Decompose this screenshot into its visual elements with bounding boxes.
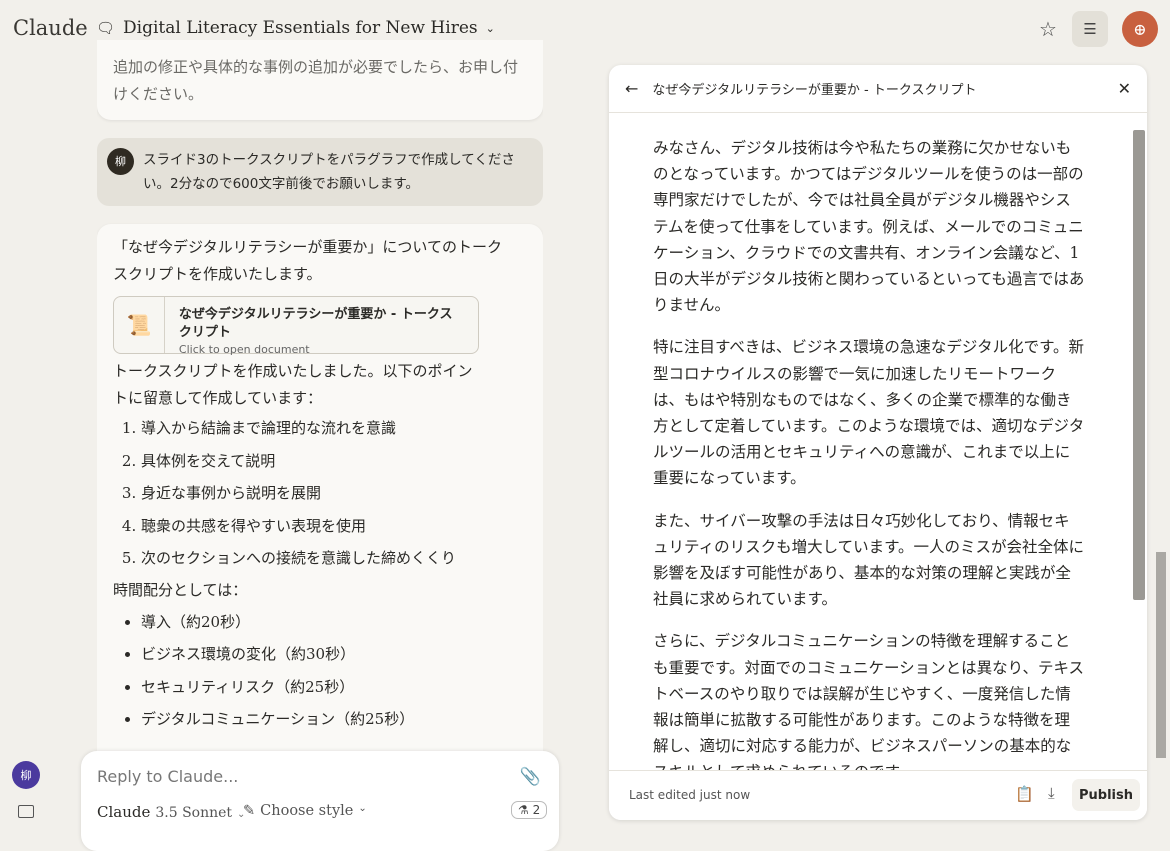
chat-thread[interactable]: 追加の修正や具体的な事例の追加が必要でしたら、お申し付けください。 柳 スライド… [97, 40, 543, 840]
close-icon[interactable]: ✕ [1118, 79, 1131, 98]
list-item: 具体例を交えて説明 [141, 445, 527, 478]
artifact-scrollbar[interactable] [1133, 130, 1145, 600]
conversation-title: Digital Literacy Essentials for New Hire… [123, 18, 478, 38]
user-avatar: 柳 [107, 148, 134, 175]
model-selector[interactable]: Claude 3.5 Sonnet ⌄ [97, 803, 245, 821]
document-card[interactable]: 📜 なぜ今デジタルリテラシーが重要か - トークスクリプト Click to o… [113, 296, 479, 356]
style-selector[interactable]: ✎ Choose style ⌄ [243, 803, 367, 819]
artifact-document[interactable]: みなさん、デジタル技術は今や私たちの業務に欠かせないものとなっています。かつては… [653, 135, 1085, 771]
message-text: 「なぜ今デジタルリテラシーが重要か」についてのトークスクリプトを作成いたします。 [113, 238, 502, 283]
artifact-title: なぜ今デジタルリテラシーが重要か - トークスクリプト [652, 83, 977, 98]
list-item: セキュリティリスク（約25秒） [141, 671, 527, 704]
model-name: Claude [97, 803, 151, 821]
paragraph: さらに、デジタルコミュニケーションの特徴を理解することも重要です。対面でのコミュ… [653, 632, 1085, 771]
copy-clipboard-icon[interactable]: 📋 [1015, 785, 1034, 803]
page-scrollbar[interactable] [1156, 552, 1166, 758]
publish-button[interactable]: Publish [1072, 779, 1140, 811]
paragraph: みなさん、デジタル技術は今や私たちの業務に欠かせないものとなっています。かつては… [653, 139, 1085, 315]
assistant-message: 「なぜ今デジタルリテラシーが重要か」についてのトークスクリプトを作成いたします。… [97, 224, 543, 824]
list-item: 聴衆の共感を得やすい表現を使用 [141, 510, 527, 543]
last-edited-status: Last edited just now [629, 788, 751, 802]
new-chat-button[interactable]: ⊕ [1122, 11, 1158, 47]
chevron-down-icon: ⌄ [358, 803, 367, 814]
message-text: 追加の修正や具体的な事例の追加が必要でしたら、お申し付けください。 [113, 58, 519, 103]
list-item: 次のセクションへの接続を意識した締めくくり [141, 542, 527, 575]
list-item: 導入から結論まで論理的な流れを意識 [141, 412, 527, 445]
time-heading: 時間配分としては： [113, 580, 248, 599]
claude-logo[interactable]: Claude [13, 16, 88, 40]
assistant-message-previous: 追加の修正や具体的な事例の追加が必要でしたら、お申し付けください。 [97, 40, 543, 120]
style-label: Choose style [260, 803, 354, 819]
composer: Reply to Claude... 📎 Claude 3.5 Sonnet ⌄… [81, 751, 559, 851]
conversation-title-button[interactable]: 🗨 Digital Literacy Essentials for New Hi… [96, 18, 495, 38]
settings-sliders-button[interactable]: ☰ [1072, 11, 1108, 47]
artifact-footer: Last edited just now 📋 ⤓ Publish [609, 770, 1147, 820]
model-version: 3.5 Sonnet [155, 805, 233, 821]
download-icon[interactable]: ⤓ [1048, 784, 1055, 802]
quill-icon: ✎ [243, 803, 256, 819]
user-message: 柳 スライド3のトークスクリプトをパラグラフで作成してください。2分なので600… [97, 138, 543, 206]
badge-count: 2 [532, 803, 541, 817]
scroll-document-icon: 📜 [114, 297, 165, 353]
list-item: ビジネス環境の変化（約30秒） [141, 638, 527, 671]
artifact-header: ← なぜ今デジタルリテラシーが重要か - トークスクリプト ✕ [609, 65, 1147, 113]
features-badge[interactable]: ⚗ 2 [511, 801, 548, 819]
flask-icon: ⚗ [518, 803, 529, 817]
paragraph: 特に注目すべきは、ビジネス環境の急速なデジタル化です。新型コロナウイルスの影響で… [653, 338, 1085, 488]
paragraph: また、サイバー攻撃の手法は日々巧妙化しており、情報セキュリティのリスクも増大して… [653, 511, 1085, 609]
star-button[interactable]: ☆ [1030, 11, 1066, 47]
reply-input[interactable]: Reply to Claude... [97, 767, 238, 786]
message-text: スライド3のトークスクリプトをパラグラフで作成してください。2分なので600文字… [143, 152, 515, 192]
chat-bubble-icon: 🗨 [96, 19, 116, 37]
list-item: デジタルコミュニケーション（約25秒） [141, 703, 527, 736]
sidebar-toggle-icon[interactable] [18, 805, 34, 818]
attach-paperclip-icon[interactable]: 📎 [520, 767, 541, 787]
document-card-title: なぜ今デジタルリテラシーが重要か - トークスクリプト [178, 307, 453, 340]
back-arrow-icon[interactable]: ← [625, 79, 638, 98]
message-text: トークスクリプトを作成いたしました。以下のポイントに留意して作成しています： [113, 362, 473, 407]
list-item: 導入（約20秒） [141, 606, 527, 639]
artifact-panel: ← なぜ今デジタルリテラシーが重要か - トークスクリプト ✕ みなさん、デジタ… [609, 65, 1147, 820]
document-card-subtitle: Click to open document [178, 343, 310, 356]
list-item: 身近な事例から説明を展開 [141, 477, 527, 510]
chevron-down-icon: ⌄ [485, 21, 495, 35]
points-list: 導入から結論まで論理的な流れを意識 具体例を交えて説明 身近な事例から説明を展開… [113, 412, 527, 575]
time-list: 導入（約20秒） ビジネス環境の変化（約30秒） セキュリティリスク（約25秒）… [113, 606, 527, 736]
user-avatar-sidebar[interactable]: 柳 [12, 761, 40, 789]
